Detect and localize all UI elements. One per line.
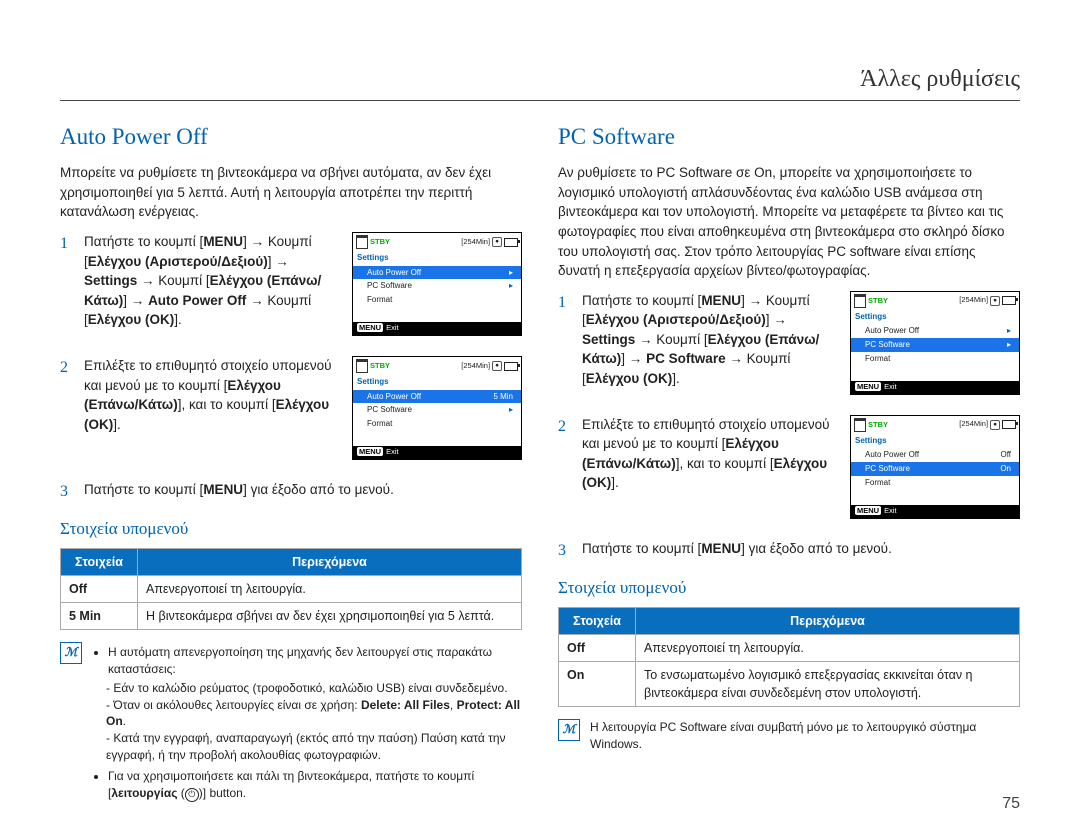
note-icon: ℳ bbox=[60, 642, 82, 664]
page-number: 75 bbox=[1002, 792, 1020, 815]
steps-pc-software: 1 Πατήστε το κουμπί [MENU] → Κουμπί [Ελέ… bbox=[558, 291, 1020, 562]
divider bbox=[60, 100, 1020, 101]
battery-icon bbox=[504, 362, 518, 371]
note-right: ℳ Η λειτουργία PC Software είναι συμβατή… bbox=[558, 719, 1020, 753]
sd-icon bbox=[356, 359, 368, 373]
table-row: Off Απενεργοποιεί τη λειτουργία. bbox=[559, 634, 1020, 661]
right-column: PC Software Αν ρυθμίσετε το PC Software … bbox=[558, 120, 1020, 804]
step-2-text: Επιλέξτε το επιθυμητό στοιχείο υπομενού … bbox=[84, 356, 338, 434]
step-number: 2 bbox=[60, 356, 74, 379]
step-number: 1 bbox=[558, 291, 572, 314]
sd-icon bbox=[854, 418, 866, 432]
rec-icon: ● bbox=[990, 296, 1000, 306]
step-2-text: Επιλέξτε το επιθυμητό στοιχείο υπομενού … bbox=[582, 415, 836, 493]
step-2-illustration: STBY [254Min] ● Settings Auto Power OffO… bbox=[846, 415, 1020, 529]
rec-icon: ● bbox=[990, 420, 1000, 430]
col-items: Στοιχεία bbox=[61, 548, 138, 575]
sd-icon bbox=[854, 294, 866, 308]
step-number: 2 bbox=[558, 415, 572, 438]
step-1-text: Πατήστε το κουμπί [MENU] → Κουμπί [Ελέγχ… bbox=[84, 232, 338, 330]
note-left: ℳ Η αυτόματη απενεργοποίηση της μηχανής … bbox=[60, 642, 522, 803]
step-1-illustration: STBY [254Min] ● Settings Auto Power Off▸… bbox=[846, 291, 1020, 405]
battery-icon bbox=[1002, 420, 1016, 429]
section-heading-pc-software: PC Software bbox=[558, 120, 1020, 153]
step-1-illustration: STBY [254Min] ● Settings Auto Power Off▸… bbox=[348, 232, 522, 346]
left-column: Auto Power Off Μπορείτε να ρυθμίσετε τη … bbox=[60, 120, 522, 804]
step-number: 3 bbox=[60, 480, 74, 503]
col-contents: Περιεχόμενα bbox=[138, 548, 522, 575]
step-3-text: Πατήστε το κουμπί [MENU] για έξοδο από τ… bbox=[582, 539, 1020, 559]
step-1-text: Πατήστε το κουμπί [MENU] → Κουμπί [Ελέγχ… bbox=[582, 291, 836, 389]
content-columns: Auto Power Off Μπορείτε να ρυθμίσετε τη … bbox=[60, 120, 1020, 804]
battery-icon bbox=[1002, 296, 1016, 305]
section-heading-auto-power-off: Auto Power Off bbox=[60, 120, 522, 153]
intro-auto-power-off: Μπορείτε να ρυθμίσετε τη βιντεοκάμερα να… bbox=[60, 163, 522, 222]
power-icon: ⏻ bbox=[185, 788, 199, 802]
running-header: Άλλες ρυθμίσεις bbox=[860, 62, 1020, 97]
submenu-table-right: Στοιχεία Περιεχόμενα Off Απενεργοποιεί τ… bbox=[558, 607, 1020, 708]
rec-icon: ● bbox=[492, 237, 502, 247]
note-icon: ℳ bbox=[558, 719, 580, 741]
submenu-table-left: Στοιχεία Περιεχόμενα Off Απενεργοποιεί τ… bbox=[60, 548, 522, 630]
submenu-heading-left: Στοιχεία υπομενού bbox=[60, 517, 522, 542]
col-items: Στοιχεία bbox=[559, 607, 636, 634]
submenu-heading-right: Στοιχεία υπομενού bbox=[558, 576, 1020, 601]
table-row: 5 Min Η βιντεοκάμερα σβήνει αν δεν έχει … bbox=[61, 603, 522, 630]
device-screen-pcs-on: STBY [254Min] ● Settings Auto Power OffO… bbox=[850, 415, 1020, 519]
battery-icon bbox=[504, 238, 518, 247]
device-screen-apo-highlight: STBY [254Min] ● Settings Auto Power Off▸… bbox=[352, 232, 522, 336]
manual-page: Άλλες ρυθμίσεις Auto Power Off Μπορείτε … bbox=[0, 0, 1080, 825]
table-row: On Το ενσωματωμένο λογισμικό επεξεργασία… bbox=[559, 661, 1020, 706]
rec-icon: ● bbox=[492, 361, 502, 371]
col-contents: Περιεχόμενα bbox=[636, 607, 1020, 634]
table-row: Off Απενεργοποιεί τη λειτουργία. bbox=[61, 575, 522, 602]
step-2-illustration: STBY [254Min] ● Settings Auto Power Off5… bbox=[348, 356, 522, 470]
sd-icon bbox=[356, 235, 368, 249]
device-screen-pcs-highlight: STBY [254Min] ● Settings Auto Power Off▸… bbox=[850, 291, 1020, 395]
step-3-text: Πατήστε το κουμπί [MENU] για έξοδο από τ… bbox=[84, 480, 522, 500]
step-number: 3 bbox=[558, 539, 572, 562]
step-number: 1 bbox=[60, 232, 74, 255]
steps-auto-power-off: 1 Πατήστε το κουμπί [MENU] → Κουμπί [Ελέ… bbox=[60, 232, 522, 503]
intro-pc-software: Αν ρυθμίσετε το PC Software σε On, μπορε… bbox=[558, 163, 1020, 280]
device-screen-apo-5min: STBY [254Min] ● Settings Auto Power Off5… bbox=[352, 356, 522, 460]
